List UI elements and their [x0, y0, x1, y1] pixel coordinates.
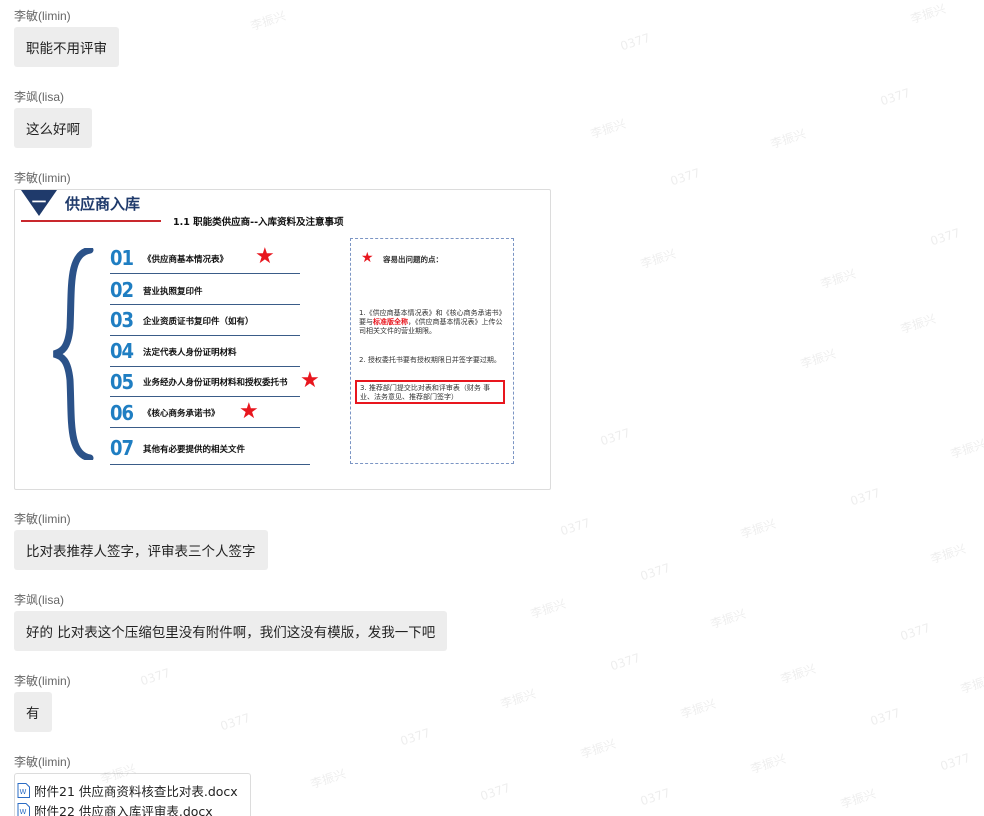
notes-title: 容易出问题的点： [383, 255, 443, 264]
watermark: 李振兴 [588, 115, 628, 142]
watermark: 李振兴 [578, 735, 618, 762]
file-attachment-list: W 附件21 供应商资料核查比对表.docx W 附件22 供应商入库评审表.d… [14, 773, 251, 816]
watermark: 李振兴 [818, 265, 858, 292]
item-number: 03 [110, 308, 133, 332]
watermark: 李振兴 [248, 7, 288, 34]
message-bubble[interactable]: 这么好啊 [14, 108, 92, 148]
message-sender: 李飒(lisa) [14, 591, 64, 608]
watermark: 李振兴 [308, 765, 348, 792]
star-icon: ★ [239, 401, 259, 423]
note-2: 2. 授权委托书要有授权期限日并签字要过期。 [359, 356, 509, 365]
item-number: 01 [110, 246, 133, 270]
watermark: 0377 [869, 706, 902, 729]
watermark: 李振兴 [738, 515, 778, 542]
watermark: 0377 [639, 561, 672, 584]
watermark: 李振兴 [778, 660, 818, 687]
message-bubble[interactable]: 有 [14, 692, 52, 732]
watermark: 0377 [559, 516, 592, 539]
watermark: 李振兴 [708, 605, 748, 632]
watermark: 李振兴 [798, 345, 838, 372]
watermark: 0377 [899, 621, 932, 644]
item-number: 05 [110, 370, 133, 394]
watermark: 李振兴 [498, 685, 538, 712]
watermark: 李振兴 [638, 245, 678, 272]
divider [110, 427, 300, 428]
item-number: 06 [110, 401, 133, 425]
item-label: 法定代表人身份证明材料 [143, 346, 237, 358]
watermark: 0377 [849, 486, 882, 509]
item-number: 07 [110, 436, 133, 460]
item-label: 企业资质证书复印件（如有） [143, 315, 254, 327]
divider [110, 335, 300, 336]
word-doc-icon: W [17, 803, 30, 816]
watermark: 李振兴 [528, 595, 568, 622]
watermark: 0377 [399, 726, 432, 749]
chat-history: 李敏(limin) 职能不用评审 李飒(lisa) 这么好啊 李敏(limin)… [0, 0, 984, 815]
file-attachment[interactable]: W 附件22 供应商入库评审表.docx [15, 800, 250, 816]
message-sender: 李敏(limin) [14, 169, 71, 186]
watermark: 0377 [609, 651, 642, 674]
notes-box: ★ 容易出问题的点： 1.《供应商基本情况表》和《核心商务承诺书》要与标准版全称… [350, 238, 514, 464]
divider [110, 396, 300, 397]
watermark: 0377 [669, 166, 702, 189]
message-bubble[interactable]: 好的 比对表这个压缩包里没有附件啊，我们这没有模版，发我一下吧 [14, 611, 447, 651]
watermark: 0377 [929, 226, 962, 249]
divider [110, 366, 300, 367]
watermark: 李振兴 [898, 310, 938, 337]
watermark: 0377 [879, 86, 912, 109]
message-bubble[interactable]: 比对表推荐人签字，评审表三个人签字 [14, 530, 268, 570]
note-1-highlight: 标准版全称 [373, 318, 408, 326]
watermark: 0377 [479, 781, 512, 804]
watermark: 李振兴 [908, 0, 948, 27]
watermark: 李振兴 [838, 785, 878, 812]
watermark: 李振兴 [948, 435, 984, 462]
svg-text:W: W [20, 808, 27, 816]
watermark: 李振兴 [678, 695, 718, 722]
image-message-slide[interactable]: 一 供应商入库 1.1 职能类供应商--入库资料及注意事项 01 《供应商基本情… [14, 189, 551, 490]
word-doc-icon: W [17, 783, 30, 798]
item-number: 02 [110, 278, 133, 302]
item-label: 其他有必要提供的相关文件 [143, 443, 245, 455]
note-3-highlighted: 3. 推荐部门提交比对表和评审表（财务 事业、法务意见、推荐部门签字） [355, 380, 505, 404]
divider [110, 464, 310, 465]
item-label: 业务经办人身份证明材料和授权委托书 [143, 376, 288, 388]
watermark: 李振兴 [928, 540, 968, 567]
file-name: 附件22 供应商入库评审表.docx [34, 801, 213, 816]
message-sender: 李敏(limin) [14, 672, 71, 689]
watermark: 0377 [599, 426, 632, 449]
file-name: 附件21 供应商资料核查比对表.docx [34, 781, 238, 800]
message-sender: 李敏(limin) [14, 753, 71, 770]
watermark: 李振兴 [768, 125, 808, 152]
watermark: 李振兴 [958, 670, 984, 697]
watermark: 0377 [939, 751, 972, 774]
item-number: 04 [110, 339, 133, 363]
slide-section-number: 一 [32, 192, 46, 212]
note-1: 1.《供应商基本情况表》和《核心商务承诺书》要与标准版全称，《供应商基本情况表》… [359, 309, 509, 336]
brace-icon [50, 248, 100, 460]
divider [110, 304, 300, 305]
message-bubble[interactable]: 职能不用评审 [14, 27, 119, 67]
watermark: 0377 [139, 666, 172, 689]
message-sender: 李飒(lisa) [14, 88, 64, 105]
slide-section-title: 供应商入库 [65, 193, 140, 214]
item-label: 营业执照复印件 [143, 285, 203, 297]
message-sender: 李敏(limin) [14, 7, 71, 24]
watermark: 李振兴 [748, 750, 788, 777]
item-label: 《核心商务承诺书》 [143, 407, 220, 419]
slide-subtitle: 1.1 职能类供应商--入库资料及注意事项 [173, 214, 344, 228]
file-attachment[interactable]: W 附件21 供应商资料核查比对表.docx [15, 780, 250, 800]
star-icon: ★ [361, 251, 374, 265]
watermark: 0377 [219, 711, 252, 734]
star-icon: ★ [300, 370, 320, 392]
divider [110, 273, 300, 274]
watermark: 0377 [619, 31, 652, 54]
star-icon: ★ [255, 246, 275, 268]
item-label: 《供应商基本情况表》 [143, 253, 228, 265]
watermark: 0377 [639, 786, 672, 809]
svg-text:W: W [20, 788, 27, 796]
message-sender: 李敏(limin) [14, 510, 71, 527]
